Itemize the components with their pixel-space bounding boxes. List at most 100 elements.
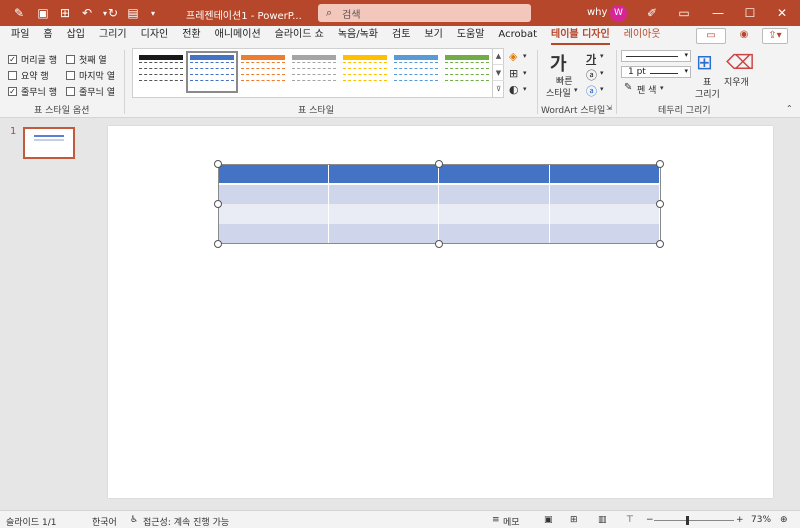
checkbox-box[interactable]	[66, 71, 75, 80]
customize-toolbar-icon[interactable]: ▾	[142, 0, 164, 26]
notes-icon[interactable]: ≡	[492, 515, 500, 525]
checkbox-banded-rows[interactable]: ✓ 줄무늬 행	[8, 85, 57, 98]
pen-style-dropdown[interactable]: ▾	[621, 50, 691, 62]
checkbox-banded-columns[interactable]: 줄무늬 열	[66, 85, 115, 98]
zoom-out-icon[interactable]: −	[646, 515, 654, 525]
ribbon-display-icon[interactable]: ▭	[668, 0, 700, 26]
checkbox-total-row[interactable]: 요약 행	[8, 69, 49, 82]
borders-dropdown-icon[interactable]: ▾	[523, 69, 527, 77]
normal-view-icon[interactable]: ▣	[544, 515, 553, 525]
avatar[interactable]: W	[610, 5, 627, 22]
gallery-scroll[interactable]: ▲ ▼ ⊽	[492, 48, 504, 98]
wordart-launcher-icon[interactable]: ⇲	[606, 104, 612, 112]
table-style-option[interactable]	[241, 55, 285, 89]
tab-10[interactable]: 보기	[417, 26, 449, 46]
slideshow-view-icon[interactable]: ⊤	[626, 515, 634, 525]
quick-styles-dropdown-icon[interactable]: ▾	[574, 86, 578, 94]
resize-handle[interactable]	[214, 240, 222, 248]
language[interactable]: 한국어	[92, 515, 117, 528]
eraser-label[interactable]: 지우개	[724, 75, 749, 88]
quick-styles-label-line2[interactable]: 스타일	[546, 86, 571, 99]
tab-1[interactable]: 홈	[36, 26, 59, 46]
search-box[interactable]: ⌕ 검색	[318, 4, 531, 22]
record-button[interactable]: ◉	[734, 28, 754, 44]
tab-3[interactable]: 그리기	[92, 26, 134, 46]
tab-13[interactable]: 테이블 디자인	[544, 26, 617, 46]
pen-weight-dropdown[interactable]: 1 pt ▾	[621, 66, 691, 78]
checkbox-box[interactable]	[66, 87, 75, 96]
save-icon[interactable]: ▣	[32, 0, 54, 26]
share-button[interactable]: ⇪▾	[762, 28, 788, 44]
borders-icon[interactable]: ⊞	[509, 67, 518, 80]
table-style-option[interactable]	[292, 55, 336, 89]
zoom-in-icon[interactable]: +	[736, 515, 744, 525]
text-effects-icon[interactable]: ⓐ	[586, 83, 597, 99]
draw-table-label-line2[interactable]: 그리기	[695, 87, 720, 100]
slide-thumbnail[interactable]	[23, 127, 75, 159]
checkbox-box[interactable]	[66, 55, 75, 64]
text-outline-icon[interactable]: ⓐ	[586, 67, 597, 83]
checkbox-first-column[interactable]: 첫째 열	[66, 53, 107, 66]
draw-table-icon[interactable]: ⊞	[696, 50, 713, 74]
resize-handle[interactable]	[656, 240, 664, 248]
save-as-icon[interactable]: ⊞	[54, 0, 76, 26]
user-name[interactable]: why	[587, 7, 607, 18]
scroll-up-icon[interactable]: ▲	[493, 48, 504, 64]
table-style-option[interactable]	[186, 51, 238, 93]
tab-5[interactable]: 전환	[175, 26, 207, 46]
collapse-ribbon-icon[interactable]: ⌃	[786, 104, 793, 113]
tab-9[interactable]: 검토	[385, 26, 417, 46]
zoom-slider-track[interactable]	[654, 520, 734, 521]
table-style-option[interactable]	[394, 55, 438, 89]
resize-handle[interactable]	[435, 240, 443, 248]
notes-button[interactable]: 메모	[503, 515, 520, 528]
text-effects-dropdown-icon[interactable]: ▾	[600, 85, 604, 93]
resize-handle[interactable]	[656, 200, 664, 208]
resize-handle[interactable]	[656, 160, 664, 168]
checkbox-box[interactable]: ✓	[8, 87, 17, 96]
tab-7[interactable]: 슬라이드 쇼	[268, 26, 331, 46]
fit-to-window-icon[interactable]: ⊕	[780, 515, 788, 525]
tab-11[interactable]: 도움말	[450, 26, 492, 46]
zoom-slider-handle[interactable]	[686, 516, 689, 525]
checkbox-box[interactable]	[8, 71, 17, 80]
effects-dropdown-icon[interactable]: ▾	[523, 85, 527, 93]
tab-6[interactable]: 애니메이션	[208, 26, 268, 46]
table-style-option[interactable]	[445, 55, 489, 89]
tab-2[interactable]: 삽입	[60, 26, 92, 46]
table-style-option[interactable]	[343, 55, 387, 89]
text-fill-dropdown-icon[interactable]: ▾	[600, 52, 604, 60]
shading-dropdown-icon[interactable]: ▾	[523, 52, 527, 60]
pen-color-dropdown-icon[interactable]: ▾	[660, 84, 664, 92]
designer-icon[interactable]: ✐	[636, 0, 668, 26]
table-style-option[interactable]	[139, 55, 183, 89]
slide[interactable]	[108, 126, 773, 498]
text-fill-icon[interactable]: 가	[586, 51, 596, 67]
scroll-down-icon[interactable]: ▼	[493, 64, 504, 80]
tab-12[interactable]: Acrobat	[491, 26, 544, 46]
wordart-quick-styles-icon[interactable]: 가	[550, 50, 567, 76]
resize-handle[interactable]	[435, 160, 443, 168]
accessibility-icon[interactable]: ♿	[130, 515, 138, 525]
reading-view-icon[interactable]: ▥	[598, 515, 607, 525]
tab-8[interactable]: 녹음/녹화	[331, 26, 385, 46]
autosave-icon[interactable]: ✎	[8, 0, 30, 26]
gallery-more-icon[interactable]: ⊽	[493, 80, 504, 96]
accessibility-status[interactable]: 접근성: 계속 진행 가능	[143, 515, 229, 528]
slideshow-start-icon[interactable]: ▤	[122, 0, 144, 26]
zoom-level[interactable]: 73%	[751, 515, 771, 525]
close-icon[interactable]: ✕	[766, 0, 798, 26]
tab-14[interactable]: 레이아웃	[617, 26, 668, 46]
tab-0[interactable]: 파일	[4, 26, 36, 46]
pen-color-icon[interactable]: ✎	[624, 82, 632, 93]
redo-icon[interactable]: ↻	[102, 0, 124, 26]
resize-handle[interactable]	[214, 160, 222, 168]
tab-4[interactable]: 디자인	[134, 26, 176, 46]
text-outline-dropdown-icon[interactable]: ▾	[600, 69, 604, 77]
comments-button[interactable]: ▭	[696, 28, 726, 44]
checkbox-last-column[interactable]: 마지막 열	[66, 69, 115, 82]
slide-sorter-icon[interactable]: ⊞	[570, 515, 578, 525]
resize-handle[interactable]	[214, 200, 222, 208]
pen-color-label[interactable]: 펜 색	[637, 83, 656, 96]
checkbox-box[interactable]: ✓	[8, 55, 17, 64]
